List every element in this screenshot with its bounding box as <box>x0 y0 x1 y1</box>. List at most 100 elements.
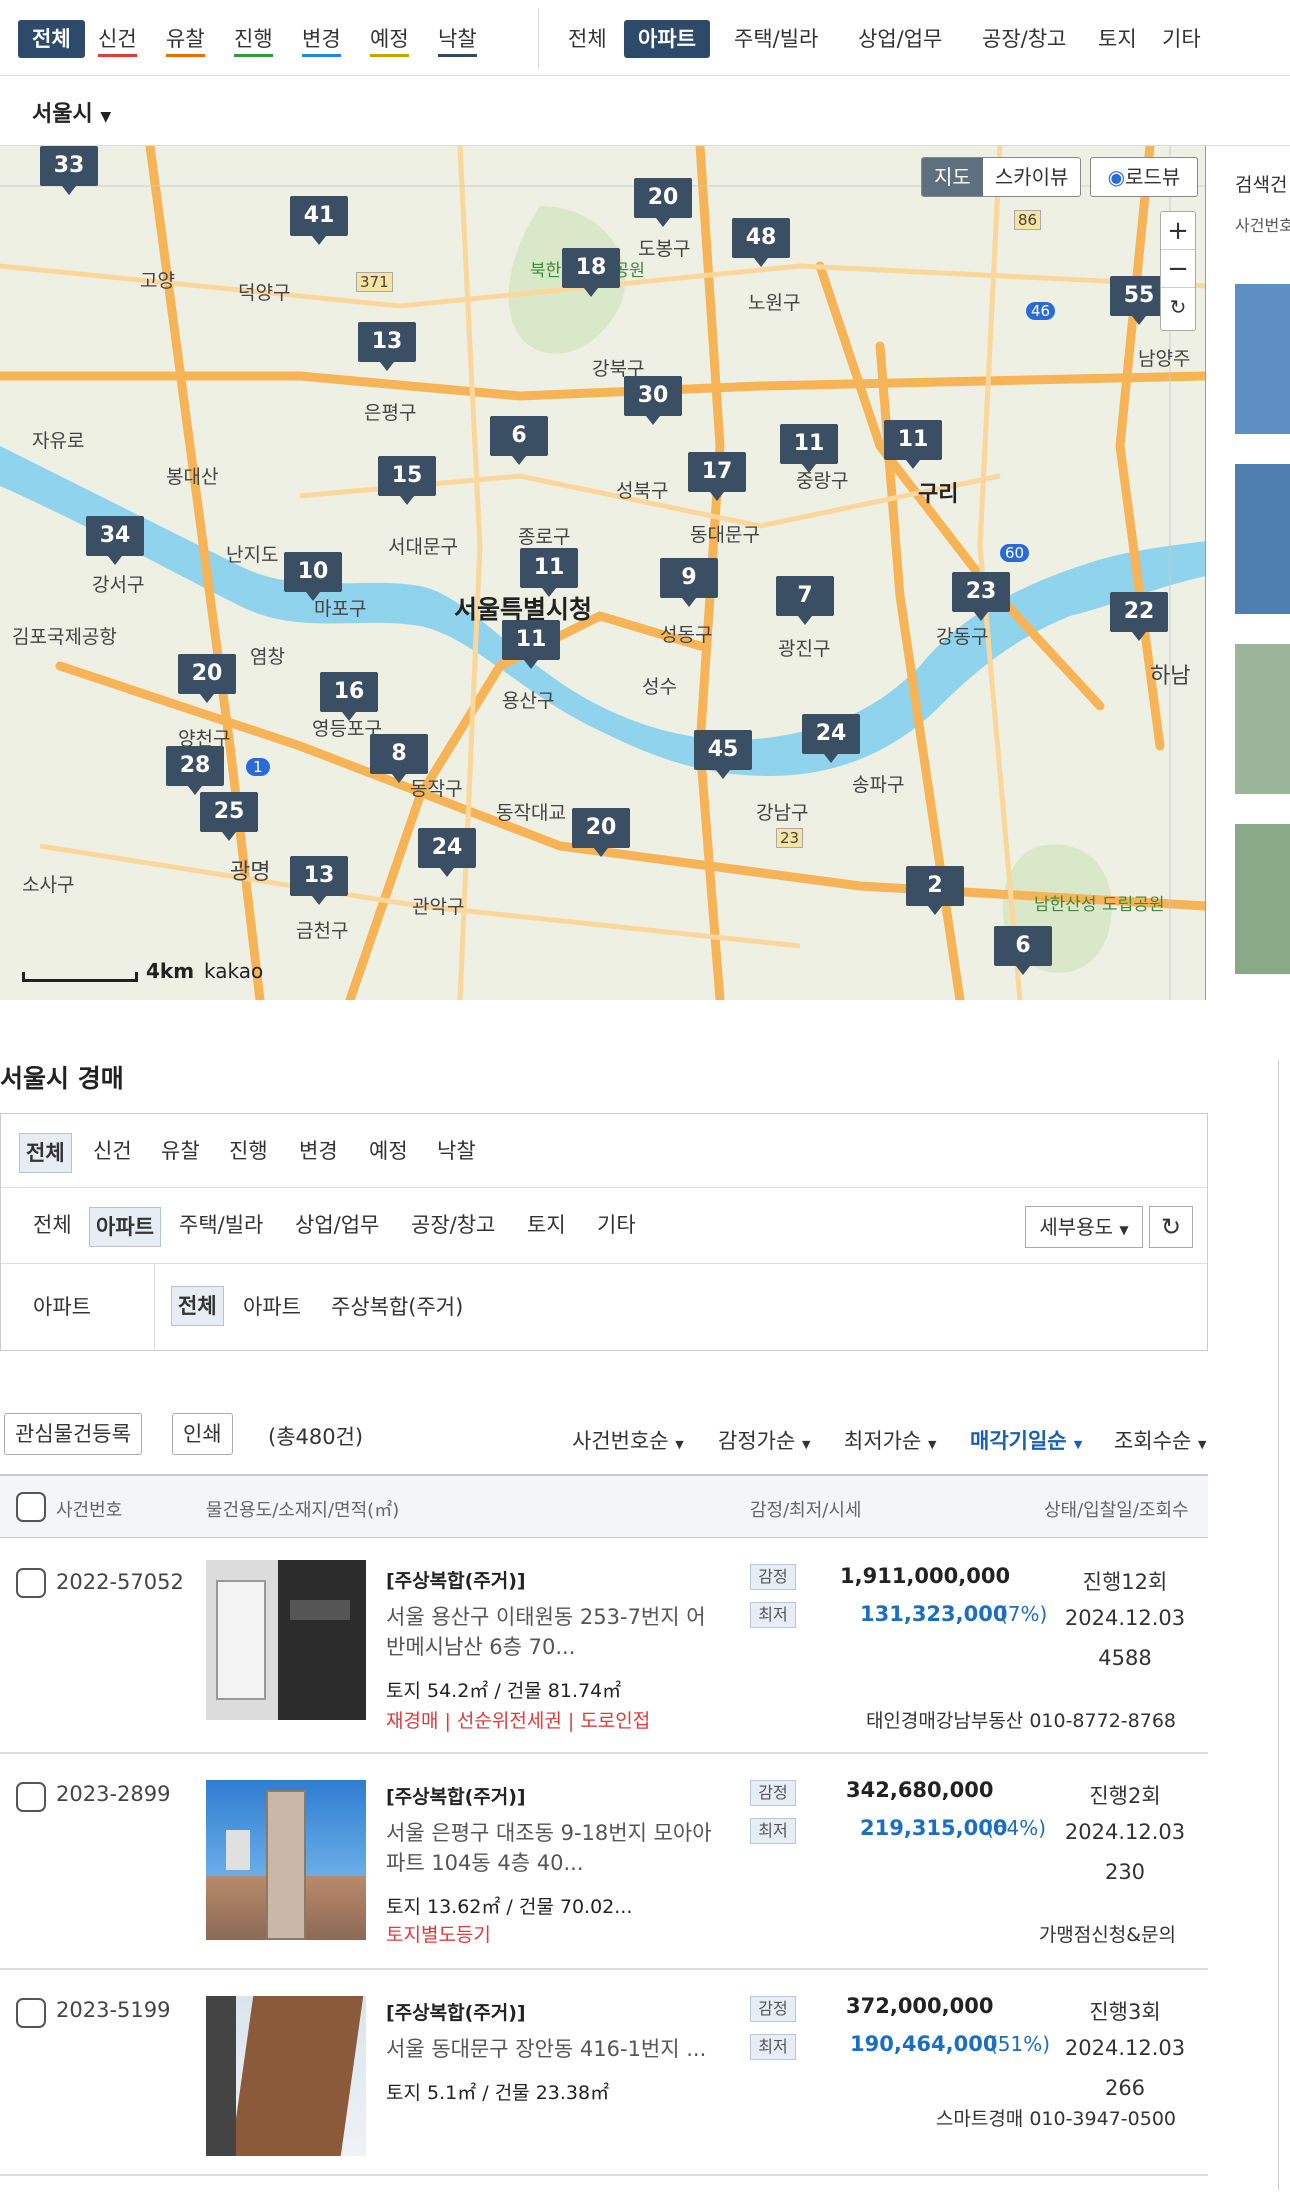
refresh-icon[interactable]: ↻ <box>1149 1206 1193 1248</box>
map-marker[interactable]: 45 <box>694 730 752 779</box>
filter-status-new[interactable]: 신건 <box>93 1114 132 1188</box>
case-number[interactable]: 2023-5199 <box>56 1998 170 2022</box>
status-tab-new[interactable]: 신건 <box>98 20 137 58</box>
status-tab-all[interactable]: 전체 <box>18 20 85 58</box>
map-marker[interactable]: 24 <box>418 828 476 877</box>
filter-status-sold[interactable]: 낙찰 <box>437 1114 476 1188</box>
map-marker[interactable]: 23 <box>952 572 1010 621</box>
type-tab-factory[interactable]: 공장/창고 <box>982 20 1066 58</box>
map-type-skyview-button[interactable]: 스카이뷰 <box>983 158 1081 196</box>
zoom-out-button[interactable]: − <box>1161 250 1195 288</box>
status-tab-failed[interactable]: 유찰 <box>166 20 205 58</box>
map-marker[interactable]: 17 <box>688 452 746 501</box>
filter-status-all[interactable]: 전체 <box>19 1133 72 1173</box>
property-address[interactable]: 서울 용산구 이태원동 253-7번지 어반메시남산 6층 70... <box>386 1602 716 1662</box>
filter-type-land[interactable]: 토지 <box>527 1188 566 1262</box>
print-button[interactable]: 인쇄 <box>172 1413 233 1455</box>
reset-icon[interactable]: ↻ <box>1161 288 1195 326</box>
filter-status-changed[interactable]: 변경 <box>299 1114 338 1188</box>
map-marker[interactable]: 6 <box>490 416 548 465</box>
filter-status-progress[interactable]: 진행 <box>229 1114 268 1188</box>
map-marker[interactable]: 20 <box>178 654 236 703</box>
map-marker[interactable]: 34 <box>86 516 144 565</box>
map-marker[interactable]: 11 <box>884 420 942 469</box>
status-tab-scheduled[interactable]: 예정 <box>370 20 409 58</box>
filter-type-commercial[interactable]: 상업/업무 <box>295 1188 379 1262</box>
row-checkbox[interactable] <box>16 1998 46 2028</box>
map-marker[interactable]: 13 <box>358 322 416 371</box>
case-number[interactable]: 2023-2899 <box>56 1782 170 1806</box>
status-tab-progress[interactable]: 진행 <box>234 20 273 58</box>
map-marker[interactable]: 33 <box>40 146 98 195</box>
property-photo[interactable] <box>206 1560 366 1720</box>
map-marker[interactable]: 24 <box>802 714 860 763</box>
zoom-in-button[interactable]: + <box>1161 212 1195 250</box>
roadview-button[interactable]: ◉로드뷰 <box>1090 157 1198 197</box>
watchlist-button[interactable]: 관심물건등록 <box>4 1413 142 1455</box>
map-marker[interactable]: 2 <box>906 866 964 915</box>
sort-sale-date[interactable]: 매각기일순 ▼ <box>970 1425 1082 1455</box>
type-tab-all[interactable]: 전체 <box>568 20 607 58</box>
filter-type-house[interactable]: 주택/빌라 <box>179 1188 263 1262</box>
result-thumbnail[interactable] <box>1235 644 1290 794</box>
property-photo[interactable] <box>206 1996 366 2156</box>
map-marker[interactable]: 11 <box>520 548 578 597</box>
type-tab-land[interactable]: 토지 <box>1098 20 1137 58</box>
map-marker[interactable]: 11 <box>780 424 838 473</box>
sub-filter-apartment[interactable]: 아파트 <box>243 1264 301 1350</box>
row-checkbox[interactable] <box>16 1782 46 1812</box>
map-marker[interactable]: 8 <box>370 734 428 783</box>
select-all-checkbox[interactable] <box>16 1492 46 1522</box>
status-tab-changed[interactable]: 변경 <box>302 20 341 58</box>
filter-type-all[interactable]: 전체 <box>33 1188 72 1262</box>
map-view[interactable]: 고양 덕양구 북한산 국립공원 도봉구 노원구 강북구 은평구 남양주 자유로 … <box>0 146 1206 1000</box>
map-marker[interactable]: 41 <box>290 196 348 245</box>
row-checkbox[interactable] <box>16 1568 46 1598</box>
map-marker[interactable]: 6 <box>994 926 1052 975</box>
map-marker[interactable]: 15 <box>378 456 436 505</box>
map-marker[interactable]: 18 <box>562 248 620 297</box>
map-marker[interactable]: 28 <box>166 746 224 795</box>
property-address[interactable]: 서울 동대문구 장안동 416-1번지 ... <box>386 2034 716 2064</box>
filter-type-etc[interactable]: 기타 <box>597 1188 636 1262</box>
result-thumbnail[interactable] <box>1235 464 1290 614</box>
sub-filter-mixed-use[interactable]: 주상복합(주거) <box>331 1264 463 1350</box>
map-type-map-button[interactable]: 지도 <box>922 158 983 196</box>
map-marker[interactable]: 10 <box>284 552 342 601</box>
map-marker[interactable]: 20 <box>634 178 692 227</box>
table-row[interactable]: 2022-57052 [주상복합(주거)] 서울 용산구 이태원동 253-7번… <box>0 1538 1208 1754</box>
result-thumbnail[interactable] <box>1235 824 1290 974</box>
filter-status-scheduled[interactable]: 예정 <box>369 1114 408 1188</box>
sort-views[interactable]: 조회수순 ▼ <box>1114 1425 1206 1455</box>
filter-type-apartment[interactable]: 아파트 <box>89 1207 161 1247</box>
agent-info[interactable]: 가맹점신청&문의 <box>1039 1920 1176 1947</box>
type-tab-apartment[interactable]: 아파트 <box>624 20 710 58</box>
map-marker[interactable]: 7 <box>776 576 834 625</box>
map-marker[interactable]: 30 <box>624 376 682 425</box>
map-marker[interactable]: 11 <box>502 620 560 669</box>
region-select[interactable]: 서울시 ▼ <box>32 96 111 128</box>
property-photo[interactable] <box>206 1780 366 1940</box>
map-marker[interactable]: 16 <box>320 672 378 721</box>
result-thumbnail[interactable] <box>1235 284 1290 434</box>
type-tab-etc[interactable]: 기타 <box>1162 20 1201 58</box>
property-address[interactable]: 서울 은평구 대조동 9-18번지 모아아파트 104동 4층 40... <box>386 1818 716 1878</box>
type-tab-commercial[interactable]: 상업/업무 <box>858 20 942 58</box>
agent-info[interactable]: 태인경매강남부동산 010-8772-8768 <box>866 1706 1176 1733</box>
map-marker[interactable]: 25 <box>200 792 258 841</box>
case-number[interactable]: 2022-57052 <box>56 1570 184 1594</box>
map-marker[interactable]: 13 <box>290 856 348 905</box>
map-marker[interactable]: 9 <box>660 558 718 607</box>
map-marker[interactable]: 48 <box>732 218 790 267</box>
detail-use-select[interactable]: 세부용도 ▼ <box>1025 1206 1143 1248</box>
status-tab-sold[interactable]: 낙찰 <box>438 20 477 58</box>
table-row[interactable]: 2023-2899 [주상복합(주거)] 서울 은평구 대조동 9-18번지 모… <box>0 1754 1208 1970</box>
sort-case-no[interactable]: 사건번호순 ▼ <box>572 1425 684 1455</box>
sort-appraisal[interactable]: 감정가순 ▼ <box>718 1425 810 1455</box>
agent-info[interactable]: 스마트경매 010-3947-0500 <box>936 2104 1176 2131</box>
table-row[interactable]: 2023-5199 [주상복합(주거)] 서울 동대문구 장안동 416-1번지… <box>0 1970 1208 2176</box>
filter-status-failed[interactable]: 유찰 <box>161 1114 200 1188</box>
map-marker[interactable]: 20 <box>572 808 630 857</box>
map-marker[interactable]: 22 <box>1110 592 1168 641</box>
filter-type-factory[interactable]: 공장/창고 <box>411 1188 495 1262</box>
